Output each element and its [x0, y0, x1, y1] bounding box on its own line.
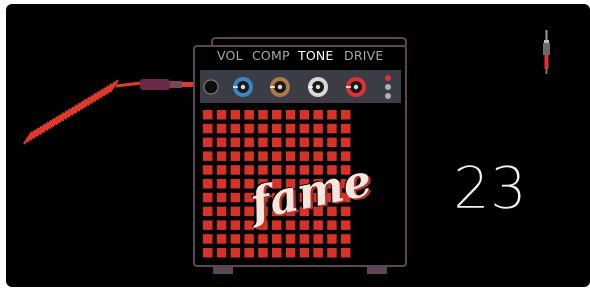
amp-foot-left [213, 266, 233, 274]
amp-illustration [23, 30, 550, 274]
knob-label-vol: VOL [217, 48, 243, 63]
guitar-cable-icon[interactable] [23, 79, 119, 145]
knob-vol[interactable] [233, 77, 253, 97]
indicator-light [385, 84, 391, 90]
knob-tone[interactable] [308, 77, 328, 97]
knob-label-comp: COMP [252, 48, 290, 63]
counter-value: 23 [453, 154, 527, 223]
knob-label-drive: DRIVE [344, 48, 384, 63]
indicator-light [385, 93, 391, 99]
power-light [385, 75, 391, 81]
control-panel [200, 70, 401, 103]
jack-plug-cable-icon [115, 79, 202, 90]
knob-comp[interactable] [270, 77, 290, 97]
screen: VOL COMP TONE DRIVE fame 23 [6, 4, 590, 287]
knob-drive[interactable] [346, 77, 366, 97]
amp-foot-right [367, 266, 387, 274]
knob-label-tone: TONE [298, 48, 334, 63]
jack-plug-icon[interactable] [543, 30, 550, 74]
